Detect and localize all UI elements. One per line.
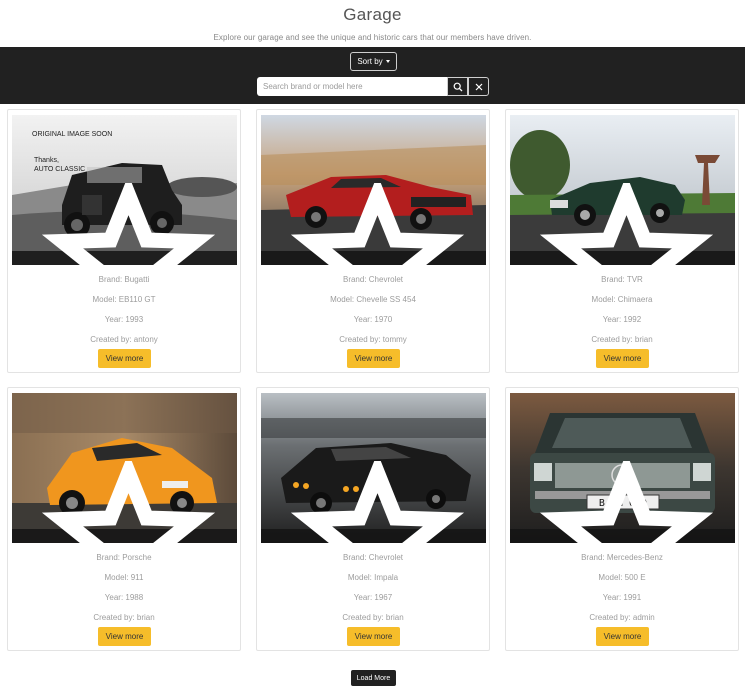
favorite-count-badge[interactable]: 1 bbox=[261, 183, 486, 265]
car-brand: Brand: Bugatti bbox=[98, 275, 150, 284]
car-year: Year: 1991 bbox=[602, 593, 642, 602]
car-created-by: Created by: tommy bbox=[339, 335, 407, 344]
car-model: Model: 500 E bbox=[598, 573, 646, 582]
car-card: 0 Brand: Chevrolet Model: Impala Year: 1… bbox=[256, 387, 490, 651]
car-year: Year: 1988 bbox=[104, 593, 144, 602]
favorite-count-badge[interactable]: 0 bbox=[261, 461, 486, 543]
search-input[interactable] bbox=[257, 77, 447, 96]
page-header: Garage Explore our garage and see the un… bbox=[0, 0, 745, 47]
car-image[interactable]: 0 bbox=[12, 393, 237, 543]
load-more-button[interactable]: Load More bbox=[351, 670, 396, 686]
car-card: 1 Brand: TVR Model: Chimaera Year: 1992 … bbox=[505, 109, 739, 373]
car-image[interactable]: ORIGINAL IMAGE SOON Thanks, AUTO CLASSIC… bbox=[12, 115, 237, 265]
image-caption: Thanks, bbox=[34, 157, 59, 164]
star-icon bbox=[539, 183, 714, 265]
car-brand: Brand: Chevrolet bbox=[342, 553, 404, 562]
car-card: 1 Brand: Chevrolet Model: Chevelle SS 45… bbox=[256, 109, 490, 373]
star-icon bbox=[290, 183, 465, 265]
car-card: B NN 660 1 Brand: Mercedes-Benz Model: 5… bbox=[505, 387, 739, 651]
car-info: Brand: Chevrolet Model: Chevelle SS 454 … bbox=[257, 270, 489, 350]
star-icon bbox=[290, 461, 465, 543]
car-model: Model: Chimaera bbox=[591, 295, 653, 304]
car-info: Brand: TVR Model: Chimaera Year: 1992 Cr… bbox=[506, 270, 738, 350]
page-title: Garage bbox=[343, 5, 402, 24]
car-image[interactable]: 1 bbox=[261, 115, 486, 265]
car-created-by: Created by: admin bbox=[589, 613, 655, 622]
view-more-button[interactable]: View more bbox=[98, 627, 151, 646]
clear-search-button[interactable] bbox=[468, 77, 489, 96]
favorite-count-badge[interactable]: 1 bbox=[510, 183, 735, 265]
car-model: Model: EB110 GT bbox=[92, 295, 156, 304]
car-model: Model: Impala bbox=[347, 573, 399, 582]
car-card: ORIGINAL IMAGE SOON Thanks, AUTO CLASSIC… bbox=[7, 109, 241, 373]
search-icon bbox=[453, 82, 462, 91]
car-info: Brand: Mercedes-Benz Model: 500 E Year: … bbox=[506, 548, 738, 628]
car-created-by: Created by: antony bbox=[90, 335, 158, 344]
car-image[interactable]: B NN 660 1 bbox=[510, 393, 735, 543]
car-created-by: Created by: brian bbox=[342, 613, 404, 622]
car-brand: Brand: Mercedes-Benz bbox=[581, 553, 663, 562]
star-icon bbox=[41, 461, 216, 543]
star-icon bbox=[539, 461, 714, 543]
view-more-button[interactable]: View more bbox=[98, 349, 151, 368]
star-icon bbox=[41, 183, 216, 265]
car-year: Year: 1992 bbox=[602, 315, 642, 324]
filter-toolbar: Sort by bbox=[0, 47, 745, 104]
view-more-button[interactable]: View more bbox=[596, 349, 649, 368]
close-icon bbox=[475, 83, 482, 90]
sort-label: Sort by bbox=[357, 57, 383, 66]
car-image[interactable]: 0 bbox=[261, 393, 486, 543]
car-image[interactable]: 1 bbox=[510, 115, 735, 265]
car-created-by: Created by: brian bbox=[93, 613, 155, 622]
sort-dropdown-button[interactable]: Sort by bbox=[350, 52, 397, 71]
view-more-button[interactable]: View more bbox=[347, 349, 400, 368]
page-subtitle: Explore our garage and see the unique an… bbox=[213, 33, 532, 42]
car-model: Model: Chevelle SS 454 bbox=[330, 295, 416, 304]
car-brand: Brand: TVR bbox=[601, 275, 643, 284]
car-created-by: Created by: brian bbox=[591, 335, 653, 344]
image-caption: ORIGINAL IMAGE SOON bbox=[32, 131, 112, 138]
car-year: Year: 1993 bbox=[104, 315, 144, 324]
image-caption: AUTO CLASSIC bbox=[34, 166, 85, 173]
favorite-count-badge[interactable]: 1 bbox=[510, 461, 735, 543]
car-model: Model: 911 bbox=[104, 573, 144, 582]
search-bar bbox=[257, 77, 489, 96]
car-year: Year: 1967 bbox=[353, 593, 393, 602]
caret-down-icon bbox=[385, 60, 390, 63]
car-brand: Brand: Porsche bbox=[96, 553, 152, 562]
view-more-button[interactable]: View more bbox=[347, 627, 400, 646]
car-year: Year: 1970 bbox=[353, 315, 393, 324]
favorite-count-badge[interactable]: 0 bbox=[12, 183, 237, 265]
view-more-button[interactable]: View more bbox=[596, 627, 649, 646]
car-info: Brand: Chevrolet Model: Impala Year: 196… bbox=[257, 548, 489, 628]
car-card: 0 Brand: Porsche Model: 911 Year: 1988 C… bbox=[7, 387, 241, 651]
car-brand: Brand: Chevrolet bbox=[342, 275, 404, 284]
car-info: Brand: Bugatti Model: EB110 GT Year: 199… bbox=[8, 270, 240, 350]
search-button[interactable] bbox=[447, 77, 468, 96]
car-info: Brand: Porsche Model: 911 Year: 1988 Cre… bbox=[8, 548, 240, 628]
favorite-count-badge[interactable]: 0 bbox=[12, 461, 237, 543]
